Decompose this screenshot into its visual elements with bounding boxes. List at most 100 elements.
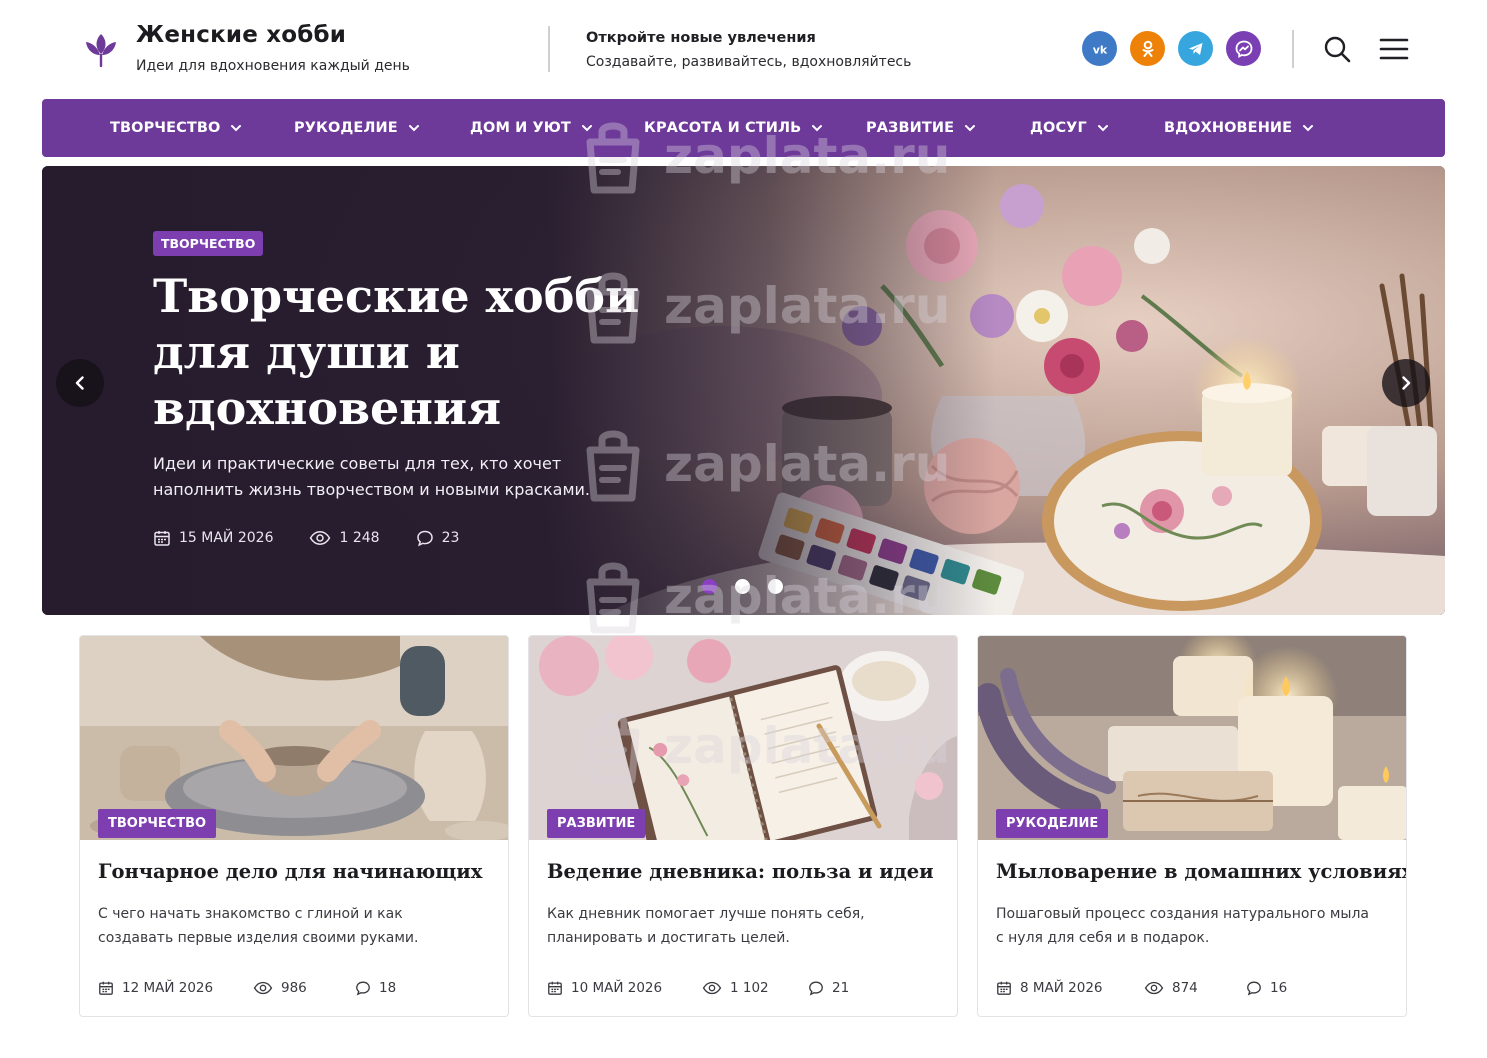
chevron-right-icon: [1402, 376, 1411, 390]
site-subtitle: Идеи для вдохновения каждый день: [136, 58, 410, 74]
card-title[interactable]: Гончарное дело для начинающих: [98, 860, 498, 883]
chevron-down-icon: [1303, 125, 1314, 132]
calendar-icon: [997, 981, 1011, 995]
slider-pagination: [702, 579, 783, 594]
messenger-icon[interactable]: [1226, 31, 1261, 66]
nav-item-leisure[interactable]: ДОСУГ: [1030, 99, 1109, 157]
article-card[interactable]: РУКОДЕЛИЕ Мыловарение в домашних условия…: [977, 635, 1407, 1017]
card-meta: 12 МАЙ 2026 986 18: [98, 980, 396, 996]
vk-icon[interactable]: vk: [1082, 31, 1117, 66]
comment-icon: [809, 981, 823, 996]
card-title[interactable]: Ведение дневника: польза и идеи: [547, 860, 947, 883]
card-views: 874: [1144, 980, 1246, 996]
card-meta: 10 МАЙ 2026 1 102 21: [547, 980, 849, 996]
nav-item-label: РУКОДЕЛИЕ: [294, 120, 398, 136]
tagline-title: Откройте новые увлечения: [586, 30, 816, 46]
slider-dot-3[interactable]: [768, 579, 783, 594]
slider-dot-1[interactable]: [702, 579, 717, 594]
card-category-badge[interactable]: ТВОРЧЕСТВО: [98, 809, 217, 838]
slider-next-button[interactable]: [1382, 359, 1430, 407]
chevron-down-icon: [1097, 125, 1108, 132]
calendar-icon: [154, 531, 170, 546]
eye-icon: [702, 981, 722, 995]
card-date-text: 12 МАЙ 2026: [122, 980, 214, 996]
card-comments[interactable]: 18: [355, 980, 396, 996]
odnoklassniki-icon[interactable]: [1130, 31, 1165, 66]
card-meta: 8 МАЙ 2026 874 16: [996, 980, 1287, 996]
nav-item-label: ВДОХНОВЕНИЕ: [1164, 120, 1293, 136]
site-title[interactable]: Женские хобби: [136, 22, 346, 48]
card-views: 986: [253, 980, 355, 996]
chevron-down-icon: [581, 125, 592, 132]
flower-logo-icon[interactable]: [84, 30, 118, 68]
chevron-left-icon: [75, 376, 84, 390]
nav-item-creativity[interactable]: ТВОРЧЕСТВО: [110, 99, 242, 157]
header-divider: [1292, 30, 1294, 68]
hero-date-text: 15 МАЙ 2026: [179, 530, 274, 546]
svg-text:vk: vk: [1092, 43, 1107, 56]
eye-icon: [310, 531, 331, 545]
chevron-down-icon: [812, 125, 823, 132]
hero-category-badge[interactable]: ТВОРЧЕСТВО: [153, 231, 264, 256]
hero-slider[interactable]: ТВОРЧЕСТВО Творческие хобби для души и в…: [42, 166, 1445, 615]
slider-dot-2[interactable]: [735, 579, 750, 594]
hero-comments-count: 23: [441, 530, 460, 546]
hero-title[interactable]: Творческие хобби для души и вдохновения: [153, 268, 673, 436]
search-icon[interactable]: [1322, 34, 1352, 64]
hero-meta: 15 МАЙ 2026 1 248 23: [153, 529, 495, 547]
site-header: Женские хобби Идеи для вдохновения кажды…: [0, 0, 1487, 98]
nav-item-needlework[interactable]: РУКОДЕЛИЕ: [294, 99, 420, 157]
calendar-icon: [99, 981, 113, 995]
card-views: 1 102: [702, 980, 808, 996]
telegram-icon[interactable]: [1178, 31, 1213, 66]
nav-item-label: КРАСОТА И СТИЛЬ: [644, 120, 802, 136]
hero-date: 15 МАЙ 2026: [153, 529, 273, 547]
nav-item-label: ДОСУГ: [1030, 120, 1087, 136]
card-date: 12 МАЙ 2026: [98, 980, 253, 996]
hero-views: 1 248: [309, 529, 380, 547]
card-comments-count: 21: [832, 980, 850, 996]
header-divider: [548, 26, 550, 72]
card-date-text: 10 МАЙ 2026: [571, 980, 663, 996]
tagline-text: Создавайте, развивайтесь, вдохновляйтесь: [586, 54, 912, 70]
card-excerpt: Как дневник помогает лучше понять себя, …: [547, 906, 865, 946]
nav-item-label: ТВОРЧЕСТВО: [110, 120, 221, 136]
chevron-down-icon: [408, 125, 419, 132]
card-views-count: 1 102: [730, 980, 769, 996]
card-comments[interactable]: 21: [808, 980, 849, 996]
card-date-text: 8 МАЙ 2026: [1020, 980, 1103, 996]
card-comments[interactable]: 16: [1246, 980, 1287, 996]
nav-item-label: РАЗВИТИЕ: [866, 120, 955, 136]
article-card[interactable]: ТВОРЧЕСТВО Гончарное дело для начинающих…: [79, 635, 509, 1017]
article-card[interactable]: РАЗВИТИЕ Ведение дневника: польза и идеи…: [528, 635, 958, 1017]
hero-comments[interactable]: 23: [416, 529, 460, 547]
comment-icon: [356, 981, 370, 996]
card-comments-count: 16: [1270, 980, 1288, 996]
card-date: 10 МАЙ 2026: [547, 980, 702, 996]
chevron-down-icon: [965, 125, 976, 132]
card-views-count: 986: [281, 980, 307, 996]
card-views-count: 874: [1172, 980, 1198, 996]
comment-icon: [416, 530, 433, 547]
main-navigation: ТВОРЧЕСТВО РУКОДЕЛИЕ ДОМ И УЮТ КРАСОТА И…: [42, 99, 1445, 157]
nav-item-inspiration[interactable]: ВДОХНОВЕНИЕ: [1164, 99, 1314, 157]
eye-icon: [253, 981, 273, 995]
card-category-badge[interactable]: РАЗВИТИЕ: [547, 809, 646, 838]
nav-item-development[interactable]: РАЗВИТИЕ: [866, 99, 976, 157]
card-title[interactable]: Мыловарение в домашних условиях: [996, 860, 1406, 883]
slider-prev-button[interactable]: [56, 359, 104, 407]
card-date: 8 МАЙ 2026: [996, 980, 1144, 996]
hamburger-menu-icon[interactable]: [1378, 36, 1410, 62]
nav-item-label: ДОМ И УЮТ: [470, 120, 571, 136]
card-excerpt: С чего начать знакомство с глиной и как …: [98, 906, 419, 946]
nav-item-beauty[interactable]: КРАСОТА И СТИЛЬ: [644, 99, 823, 157]
nav-item-home[interactable]: ДОМ И УЮТ: [470, 99, 593, 157]
hero-description: Идеи и практические советы для тех, кто …: [153, 454, 591, 499]
calendar-icon: [548, 981, 562, 995]
card-comments-count: 18: [379, 980, 397, 996]
card-category-badge[interactable]: РУКОДЕЛИЕ: [996, 809, 1109, 838]
chevron-down-icon: [231, 125, 242, 132]
hero-views-count: 1 248: [339, 530, 380, 546]
eye-icon: [1144, 981, 1164, 995]
comment-icon: [1247, 981, 1261, 996]
